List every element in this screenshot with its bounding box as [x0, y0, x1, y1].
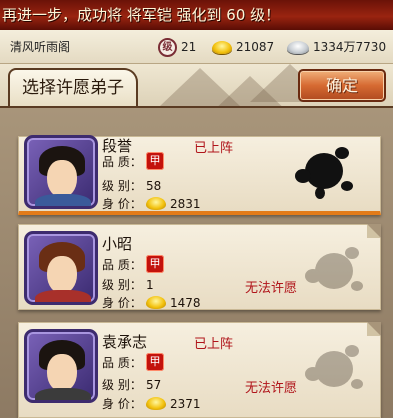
page-title: 选择许愿弟子	[22, 78, 124, 98]
confirm-label: 确定	[325, 76, 358, 95]
disciple-card[interactable]: 段誉 已上阵 品 质： 甲 级 别： 58 身 价： 2831	[18, 135, 381, 215]
quality-label: 品 质：	[102, 154, 142, 169]
disciple-value: 2831	[170, 196, 201, 211]
disciple-avatar	[24, 329, 98, 403]
deployed-status: 已上阵	[194, 337, 234, 352]
gold-ingot-icon	[212, 40, 232, 54]
level-label: 级 别：	[102, 278, 142, 292]
announcement-banner: 再进一步，成功将 将军铠 强化到 60 级！	[0, 0, 393, 30]
cannot-wish-status: 无法许愿	[245, 381, 298, 396]
disciple-card[interactable]: 小昭 品 质： 甲 级 别： 1 身 价： 1478 无法许愿	[18, 224, 381, 310]
disciple-level: 1	[146, 277, 154, 292]
ink-seal-icon	[291, 143, 357, 201]
level-label: 级 别：	[102, 179, 142, 193]
value-label: 身 价：	[102, 397, 142, 411]
deployed-status: 已上阵	[194, 141, 234, 156]
disciple-name: 袁承志	[102, 333, 148, 351]
announcement-text: 再进一步，成功将 将军铠 强化到 60 级！	[2, 6, 281, 24]
gold-coin-icon	[146, 296, 166, 309]
disciple-avatar	[24, 231, 98, 305]
confirm-button[interactable]: 确定	[298, 69, 386, 102]
disciple-value: 2371	[170, 396, 201, 411]
value-label: 身 价：	[102, 296, 142, 310]
disciple-level: 57	[146, 377, 162, 392]
gold-coin-icon	[146, 397, 166, 410]
disciple-card[interactable]: 袁承志 已上阵 品 质： 甲 级 别： 57 身 价： 2371 无法许愿	[18, 322, 381, 418]
quality-badge: 甲	[146, 152, 164, 170]
quality-label: 品 质：	[102, 355, 142, 370]
level-label: 级 别：	[102, 378, 142, 392]
level-icon: 级	[158, 37, 177, 57]
player-level: 21	[181, 40, 197, 54]
server-name: 清风听雨阁	[10, 40, 71, 54]
level-display: 级 21	[158, 30, 196, 64]
cannot-wish-status: 无法许愿	[245, 281, 298, 296]
disciple-avatar	[24, 135, 98, 209]
gold-display: 21087	[212, 30, 274, 64]
disciple-value: 1478	[170, 295, 201, 310]
quality-badge: 甲	[146, 255, 164, 273]
disciple-level: 58	[146, 178, 162, 193]
silver-display: 1334万7730	[287, 30, 386, 64]
silver-ingot-icon	[287, 40, 309, 54]
quality-label: 品 质：	[102, 257, 142, 272]
ink-seal-icon	[301, 341, 367, 399]
disciple-name: 小昭	[102, 235, 133, 253]
value-label: 身 价：	[102, 197, 142, 211]
gold-coin-icon	[146, 197, 166, 210]
page-title-tab: 选择许愿弟子	[8, 68, 138, 106]
gold-amount: 21087	[236, 40, 275, 54]
quality-badge: 甲	[146, 353, 164, 371]
ink-seal-icon	[301, 243, 367, 301]
silver-amount: 1334万7730	[313, 40, 387, 54]
status-bar: 清风听雨阁 级 21 21087 1334万7730	[0, 30, 393, 64]
